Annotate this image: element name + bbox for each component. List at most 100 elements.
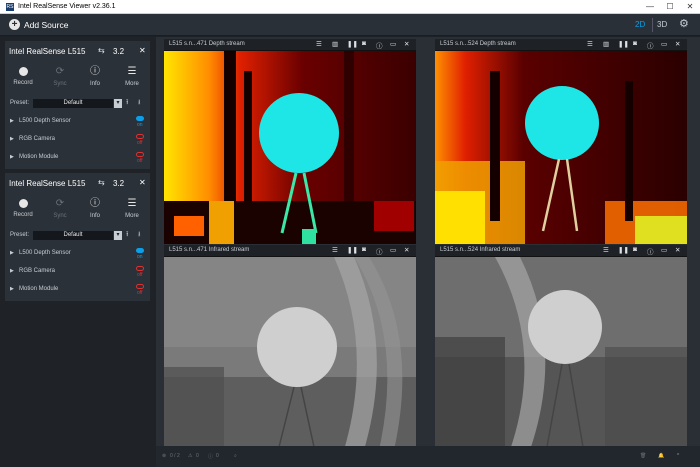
sensor-toggle[interactable] bbox=[136, 266, 144, 271]
download-icon[interactable]: ⭳ bbox=[138, 98, 140, 109]
sensor-toggle[interactable] bbox=[136, 284, 144, 289]
preset-select[interactable]: Default bbox=[33, 99, 113, 108]
sync-button[interactable]: ⟳ Sync bbox=[42, 61, 78, 95]
pause-icon[interactable]: ❚❚ bbox=[347, 40, 358, 48]
more-button[interactable]: ☰ More bbox=[114, 193, 150, 227]
sensor-toggle[interactable] bbox=[136, 248, 144, 253]
sensor-state: off bbox=[137, 272, 143, 278]
sensor-row[interactable]: ▶ Motion Module off bbox=[5, 149, 150, 167]
remove-device-button[interactable]: ✕ bbox=[139, 178, 146, 187]
chart-icon[interactable]: ▥ bbox=[332, 40, 338, 48]
camera-icon[interactable]: ◙ bbox=[362, 40, 366, 47]
info-label: Info bbox=[89, 213, 100, 219]
close-icon[interactable]: ✕ bbox=[675, 40, 680, 48]
preset-select[interactable]: Default bbox=[33, 231, 113, 240]
usb-version: 3.2 bbox=[113, 47, 125, 56]
sensor-toggle[interactable] bbox=[136, 116, 144, 121]
sensor-state: off bbox=[137, 140, 143, 146]
remove-device-button[interactable]: ✕ bbox=[139, 46, 146, 55]
view-separator bbox=[652, 18, 653, 32]
pause-icon[interactable]: ❚❚ bbox=[347, 246, 358, 254]
maximize-icon[interactable]: ▭ bbox=[390, 246, 396, 254]
pause-icon[interactable]: ❚❚ bbox=[618, 40, 629, 48]
infrared-grayscale-image bbox=[435, 257, 687, 450]
upload-icon[interactable]: ⭱ bbox=[126, 230, 128, 241]
download-icon[interactable]: ⭳ bbox=[138, 230, 140, 241]
close-icon[interactable]: ✕ bbox=[404, 40, 409, 48]
info-icon[interactable]: ⓘ bbox=[376, 246, 383, 256]
sensor-toggle[interactable] bbox=[136, 152, 144, 157]
sync-label: Sync bbox=[53, 213, 67, 219]
close-icon[interactable]: ✕ bbox=[404, 246, 409, 254]
record-button[interactable]: Record bbox=[5, 61, 41, 95]
depth-stream-panel: L515 s.n...471 Depth stream ☰ ▥ ❚❚ ◙ ⓘ ▭… bbox=[164, 39, 416, 244]
camera-icon[interactable]: ◙ bbox=[633, 40, 637, 47]
expand-arrow-icon[interactable]: ▶ bbox=[10, 286, 14, 292]
sensor-row[interactable]: ▶ Motion Module off bbox=[5, 281, 150, 299]
maximize-icon[interactable]: ▭ bbox=[661, 246, 667, 254]
sync-button[interactable]: ⟳ Sync bbox=[42, 193, 78, 227]
pause-icon[interactable]: ❚❚ bbox=[618, 246, 629, 254]
list-icon[interactable]: ☰ bbox=[587, 40, 593, 48]
error-count: 0 / 2 bbox=[170, 453, 180, 459]
close-icon[interactable]: ✕ bbox=[675, 246, 680, 254]
list-icon[interactable]: ☰ bbox=[332, 246, 338, 254]
depth-stream-panel: L515 s.n...524 Depth stream ☰ ▥ ❚❚ ◙ ⓘ ▭… bbox=[435, 39, 687, 244]
stream-header: L515 s.n...524 Depth stream ☰ ▥ ❚❚ ◙ ⓘ ▭… bbox=[435, 39, 687, 50]
sensor-row[interactable]: ▶ RGB Camera off bbox=[5, 263, 150, 281]
info-icon[interactable]: ⓘ bbox=[376, 40, 383, 50]
info-icon[interactable]: ⓘ bbox=[647, 246, 654, 256]
sensor-row[interactable]: ▶ L500 Depth Sensor on bbox=[5, 245, 150, 263]
more-button[interactable]: ☰ More bbox=[114, 61, 150, 95]
sensor-state: on bbox=[137, 122, 143, 128]
info-count: 0 bbox=[216, 453, 219, 459]
info-icon[interactable]: ⓘ bbox=[647, 40, 654, 50]
camera-icon[interactable]: ◙ bbox=[633, 246, 637, 253]
device-name: Intel RealSense L515 bbox=[9, 47, 86, 56]
depth-colormap-image bbox=[164, 51, 416, 244]
sync-icon: ⟳ bbox=[55, 66, 65, 77]
info-icon[interactable]: ⓘ bbox=[208, 453, 213, 460]
info-label: Info bbox=[89, 81, 100, 87]
infrared-stream-panel: L515 s.n...471 Infrared stream ☰ ❚❚ ◙ ⓘ … bbox=[164, 245, 416, 450]
close-button[interactable]: ✕ bbox=[680, 0, 700, 14]
maximize-icon[interactable]: ▭ bbox=[661, 40, 667, 48]
menu-icon: ☰ bbox=[127, 66, 137, 77]
trash-icon[interactable]: 🗑 bbox=[640, 453, 646, 459]
view-2d-toggle[interactable]: 2D bbox=[635, 20, 645, 29]
info-button[interactable]: ⓘ Info bbox=[77, 193, 113, 227]
sensor-row[interactable]: ▶ L500 Depth Sensor on bbox=[5, 113, 150, 131]
gear-icon[interactable]: ⚙ bbox=[679, 17, 689, 30]
expand-arrow-icon[interactable]: ▶ bbox=[10, 154, 14, 160]
expand-arrow-icon[interactable]: ▶ bbox=[10, 268, 14, 274]
maximize-icon[interactable]: ▭ bbox=[390, 40, 396, 48]
upload-icon[interactable]: ⭱ bbox=[126, 98, 128, 109]
error-icon[interactable]: ⊗ bbox=[162, 453, 166, 459]
list-icon[interactable]: ☰ bbox=[603, 246, 609, 254]
maximize-button[interactable]: ☐ bbox=[660, 0, 680, 14]
list-icon[interactable]: ☰ bbox=[316, 40, 322, 48]
stream-title: L515 s.n...524 Infrared stream bbox=[440, 247, 521, 253]
sensor-row[interactable]: ▶ RGB Camera off bbox=[5, 131, 150, 149]
stream-viewport: L515 s.n...471 Depth stream ☰ ▥ ❚❚ ◙ ⓘ ▭… bbox=[156, 37, 700, 450]
collapse-icon[interactable]: ⌃ bbox=[676, 453, 680, 459]
expand-arrow-icon[interactable]: ▶ bbox=[10, 250, 14, 256]
view-3d-toggle[interactable]: 3D bbox=[657, 20, 667, 29]
camera-icon[interactable]: ◙ bbox=[362, 246, 366, 253]
record-button[interactable]: Record bbox=[5, 193, 41, 227]
add-source-button[interactable]: + Add Source bbox=[0, 14, 156, 36]
search-icon[interactable]: ⌕ bbox=[234, 453, 237, 459]
chevron-down-icon[interactable]: ▾ bbox=[114, 231, 122, 240]
info-button[interactable]: ⓘ Info bbox=[77, 61, 113, 95]
chart-icon[interactable]: ▥ bbox=[603, 40, 609, 48]
expand-arrow-icon[interactable]: ▶ bbox=[10, 136, 14, 142]
record-label: Record bbox=[13, 212, 33, 218]
minimize-button[interactable]: — bbox=[640, 0, 660, 14]
warning-icon[interactable]: ⚠ bbox=[188, 453, 192, 459]
sensor-toggle[interactable] bbox=[136, 134, 144, 139]
chevron-down-icon[interactable]: ▾ bbox=[114, 99, 122, 108]
device-header: Intel RealSense L515 ⇆ 3.2 ✕ bbox=[5, 173, 150, 193]
infrared-image bbox=[435, 257, 687, 450]
bell-icon[interactable]: 🔔 bbox=[658, 453, 664, 459]
expand-arrow-icon[interactable]: ▶ bbox=[10, 118, 14, 124]
